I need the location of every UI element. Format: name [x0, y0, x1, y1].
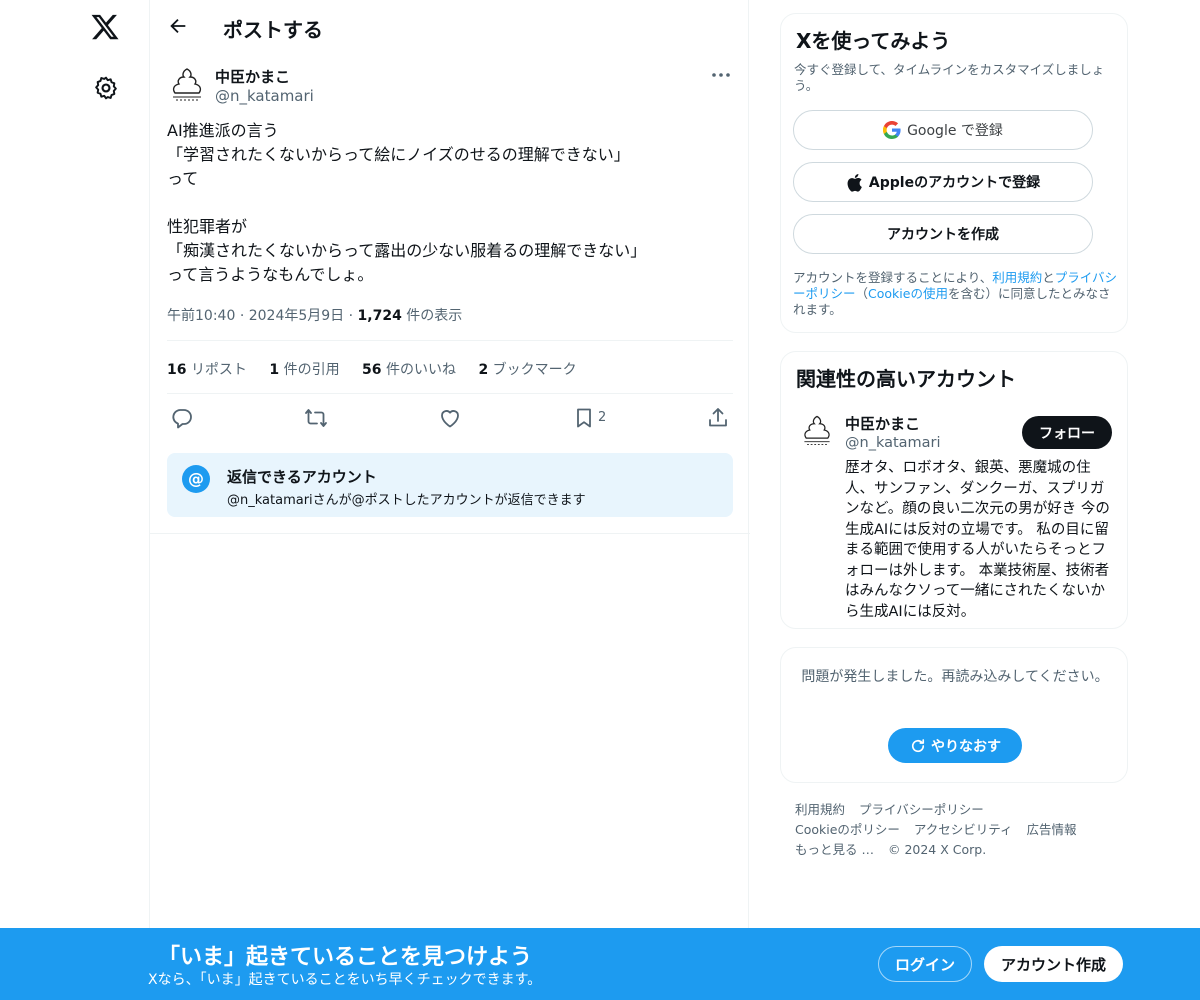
related-accounts-card: 関連性の高いアカウント 中臣かまこ @n_katamari フォロー 歴オタ、ロ… [780, 351, 1128, 629]
signup-card-title: Xを使ってみよう [796, 29, 951, 53]
back-arrow-icon[interactable] [167, 15, 189, 37]
reply-icon[interactable] [170, 406, 194, 430]
cookie-link[interactable]: Cookieの使用 [868, 286, 948, 301]
post-time[interactable]: 午前10:40 [167, 308, 235, 324]
bookmark-count: 2 [598, 410, 607, 425]
main-column: ポストする 中臣かまこ @n_katamari AI推進派の言う 「学習されたく… [149, 0, 750, 1000]
post-text: AI推進派の言う 「学習されたくないからって絵にノイズのせるの理解できない」 っ… [167, 121, 647, 284]
post-actions: 2 [167, 402, 733, 434]
apple-signup-button[interactable]: Appleのアカウントで登録 [793, 162, 1093, 202]
apple-signup-label: Appleのアカウントで登録 [868, 175, 1041, 191]
footer-link-ads[interactable]: 広告情報 [1027, 822, 1077, 837]
at-icon: @ [182, 465, 210, 493]
legal-notice: アカウントを登録することにより、利用規約とプライバシーポリシー（Cookieの使… [793, 270, 1119, 318]
post-stats: 16 リポスト 1 件の引用 56 件のいいね 2 ブックマーク [167, 359, 595, 379]
like-icon[interactable] [438, 406, 462, 430]
legal-text: と [1042, 270, 1055, 285]
page-header: ポストする [150, 0, 750, 54]
google-icon [883, 121, 901, 139]
reply-restriction-description: @n_katamariさんが@ポストしたアカウントが返信できます [227, 493, 586, 508]
refresh-icon [911, 738, 925, 752]
page-title: ポストする [223, 18, 323, 42]
signup-button[interactable]: アカウント作成 [984, 946, 1123, 982]
footer-link-terms[interactable]: 利用規約 [795, 802, 845, 817]
signup-card: Xを使ってみよう 今すぐ登録して、タイムラインをカスタマイズしましょう。 Goo… [780, 13, 1128, 333]
share-icon[interactable] [706, 406, 730, 430]
post-meta: 午前10:40 · 2024年5月9日 · 1,724 件の表示 [167, 305, 462, 325]
author-name[interactable]: 中臣かまこ [215, 66, 290, 87]
footer-link-cookie[interactable]: Cookieのポリシー [795, 822, 900, 837]
banner-subtitle: Xなら、「いま」起きていることをいち早くチェックできます。 [148, 972, 542, 988]
error-card: 問題が発生しました。再読み込みしてください。 やりなおす [780, 647, 1128, 783]
footer-link-accessibility[interactable]: アクセシビリティ [914, 822, 1013, 837]
related-account-name[interactable]: 中臣かまこ [845, 413, 920, 434]
login-button[interactable]: ログイン [878, 946, 972, 982]
terms-link[interactable]: 利用規約 [992, 270, 1042, 285]
avatar[interactable] [799, 412, 835, 448]
related-account-handle[interactable]: @n_katamari [845, 435, 941, 451]
stat-likes[interactable]: 56 件のいいね [362, 362, 456, 378]
gear-icon[interactable] [93, 75, 119, 101]
related-account-bio: 歴オタ、ロボオタ、銀英、悪魔城の住人、サンファン、ダンクーガ、スプリガンなど。顔… [845, 460, 1110, 620]
google-signup-label: Google で登録 [907, 123, 1003, 139]
x-logo-icon[interactable] [90, 12, 120, 42]
divider [167, 340, 733, 341]
retry-label: やりなおす [931, 738, 1001, 755]
views-label: 件の表示 [406, 308, 463, 324]
login-banner: 「いま」起きていることを見つけよう Xなら、「いま」起きていることをいち早くチェ… [0, 928, 1200, 1000]
banner-title: 「いま」起きていることを見つけよう [158, 945, 533, 970]
avatar[interactable] [167, 64, 207, 104]
meta-separator: · [348, 308, 358, 324]
divider [150, 533, 750, 534]
repost-icon[interactable] [304, 406, 328, 430]
meta-separator: · [239, 308, 249, 324]
error-message: 問題が発生しました。再読み込みしてください。 [801, 669, 1109, 685]
footer-links: 利用規約 プライバシーポリシー Cookieのポリシー アクセシビリティ 広告情… [795, 800, 1115, 860]
legal-text: アカウントを登録することにより、 [793, 270, 993, 285]
avatar-image [804, 415, 830, 445]
stat-bookmarks[interactable]: 2 ブックマーク [478, 362, 576, 378]
reply-restriction-box: @ 返信できるアカウント @n_katamariさんが@ポストしたアカウントが返… [167, 453, 733, 517]
divider [167, 393, 733, 394]
create-account-button[interactable]: アカウントを作成 [793, 214, 1093, 254]
footer-copyright: © 2024 X Corp. [887, 842, 987, 857]
avatar-image [172, 68, 202, 101]
left-nav [60, 0, 150, 1000]
create-account-label: アカウントを作成 [887, 227, 999, 243]
footer-link-privacy[interactable]: プライバシーポリシー [859, 802, 984, 817]
reply-restriction-title: 返信できるアカウント [227, 468, 377, 486]
google-signup-button[interactable]: Google で登録 [793, 110, 1093, 150]
stat-quotes[interactable]: 1 件の引用 [269, 362, 339, 378]
stat-reposts[interactable]: 16 リポスト [167, 362, 247, 378]
legal-text: （ [855, 286, 869, 301]
post-date[interactable]: 2024年5月9日 [249, 308, 344, 324]
views-count: 1,724 [357, 308, 402, 324]
retry-button[interactable]: やりなおす [888, 728, 1022, 763]
author-handle[interactable]: @n_katamari [215, 87, 314, 105]
signup-card-subtitle: 今すぐ登録して、タイムラインをカスタマイズしましょう。 [794, 62, 1105, 93]
more-icon[interactable] [710, 68, 732, 82]
follow-button[interactable]: フォロー [1022, 416, 1112, 449]
footer-link-more[interactable]: もっと見る … [795, 842, 874, 857]
bookmark-icon[interactable] [572, 406, 596, 430]
related-card-title: 関連性の高いアカウント [796, 367, 1016, 391]
apple-icon [847, 173, 862, 192]
